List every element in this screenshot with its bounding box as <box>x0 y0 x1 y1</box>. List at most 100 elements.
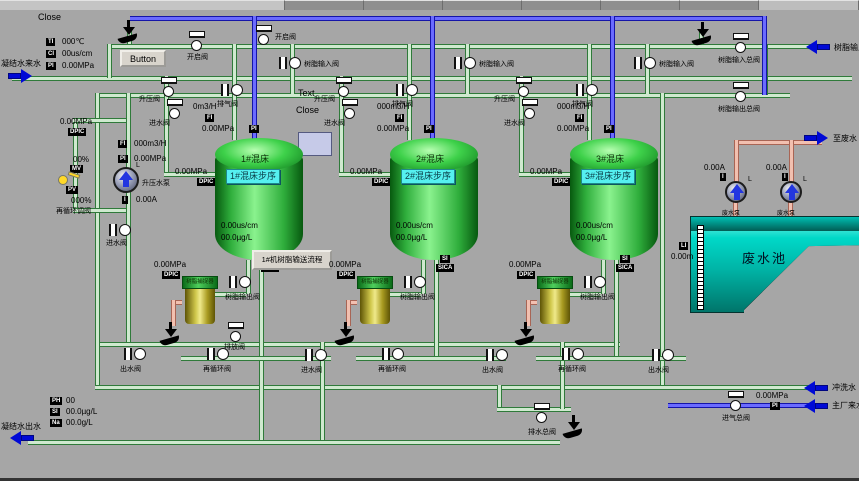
tank1-resin-in-valve-icon[interactable] <box>279 57 302 69</box>
tank2-sica-tag: SICA <box>436 264 454 272</box>
waste-pump1-label: 废水泵 <box>722 208 740 217</box>
waste-pump2-amp-tag: I <box>782 173 788 181</box>
tank2-name: 2#混床 <box>416 152 444 165</box>
condensate-in-arrow-icon <box>8 69 32 83</box>
button[interactable]: Button <box>120 50 166 67</box>
tank3-inlet-valve-label: 进水阀 <box>504 118 525 128</box>
open-valve-icon[interactable] <box>189 31 205 52</box>
resin-blue-header-pipe <box>130 16 764 21</box>
tank3-dp-value: 0.00MPa <box>530 167 562 176</box>
drain-funnel-icon <box>515 322 537 346</box>
tank3-inlet-valve-icon[interactable] <box>522 99 538 120</box>
toolbar-segment[interactable] <box>759 0 859 10</box>
tank2-resin-out-valve-icon[interactable] <box>404 276 427 288</box>
air-main-valve-label: 进气总阀 <box>722 413 750 423</box>
tank2-boost-valve-icon[interactable] <box>336 77 352 98</box>
resin-out-main-valve-label: 树脂输出总阀 <box>718 104 760 114</box>
tank1-blowdown-valve-icon[interactable] <box>228 322 244 343</box>
tank1-boost-valve-icon[interactable] <box>161 77 177 98</box>
tank3-sica-tag: SICA <box>616 264 634 272</box>
tank3-resin-in-valve-icon[interactable] <box>634 57 657 69</box>
tank3-flow-tag: FI <box>575 114 584 122</box>
tank1-inlet-valve-icon[interactable] <box>167 99 183 120</box>
tank2-recirc-valve-icon[interactable] <box>382 348 405 360</box>
tank1-recirc-valve-icon[interactable] <box>207 348 230 360</box>
toolbar-segment[interactable] <box>443 0 522 10</box>
open-valve-label: 开启阀 <box>275 32 296 42</box>
tank2-inlet-valve-icon[interactable] <box>342 99 358 120</box>
toolbar-segment[interactable] <box>364 0 443 10</box>
blue-pipe <box>762 16 767 95</box>
tank2-outlet-valve-icon[interactable] <box>486 349 509 361</box>
tank1-step-button[interactable]: 1#混床步序 <box>226 169 280 184</box>
pool-level-tag: LI <box>679 242 688 250</box>
toolbar-segment[interactable] <box>680 0 759 10</box>
flush-water-label: 冲洗水 <box>832 382 856 393</box>
pump-l-mark: L <box>136 162 140 169</box>
toolbar-segment[interactable] <box>601 0 680 10</box>
toolbar-segment[interactable] <box>0 0 285 10</box>
drain-main-valve-icon[interactable] <box>534 403 550 424</box>
main-plant-pres-tag: PI <box>770 402 780 410</box>
tank3-outlet-pipe <box>614 258 619 358</box>
display-box <box>298 132 332 156</box>
tank3-boost-valve-label: 升压阀 <box>494 94 515 104</box>
tank2-vent-valve-icon[interactable] <box>396 84 419 96</box>
waste-pump1-amp-tag: I <box>720 173 726 181</box>
tank3-resin-out-valve-icon[interactable] <box>584 276 607 288</box>
tank1-recirc-valve-label: 再循环阀 <box>203 364 231 374</box>
tank2-step-button[interactable]: 2#混床步序 <box>401 169 455 184</box>
main-plant-arrow-icon <box>804 399 828 413</box>
tank1-outlet-valve-icon[interactable] <box>124 348 147 360</box>
resin-in-label: 树脂输入 <box>834 42 859 53</box>
tank1-outlet-valve-label: 出水阀 <box>120 364 141 374</box>
tank1-vent-valve-label: 排气阀 <box>217 99 238 109</box>
trap3-dp-value: 0.00MPa <box>509 260 541 269</box>
toolbar-segment[interactable] <box>522 0 601 10</box>
pres-value: 0.00MPa <box>62 61 94 70</box>
si-tag: SI <box>50 408 60 416</box>
tank2-resin-out-valve-label: 树脂输出阀 <box>400 292 435 302</box>
tank3-vent-valve-icon[interactable] <box>576 84 599 96</box>
tank3-step-button[interactable]: 3#混床步序 <box>581 169 635 184</box>
pump-inlet-valve-icon[interactable] <box>109 224 132 236</box>
flow-value: 000m3/H <box>134 139 166 148</box>
control-valve-icon[interactable] <box>58 172 82 186</box>
tank2-flow-tag: FI <box>395 114 404 122</box>
booster-pump-icon[interactable] <box>113 167 139 193</box>
tank3-resin-pipe <box>645 44 650 94</box>
tank1-vent-valve-icon[interactable] <box>221 84 244 96</box>
tank2-bottom-pipe <box>356 356 506 361</box>
drain-main-valve-label: 排水总阀 <box>528 427 556 437</box>
tank2-recirc-valve-label: 再循环阀 <box>378 364 406 374</box>
temp-tag: TI <box>46 38 55 46</box>
tank2-silica-value: 00.0µg/L <box>396 233 427 242</box>
flush-water-arrow-icon <box>804 381 828 395</box>
resin-transfer-button[interactable]: 1#机树脂输送流程 <box>252 250 332 270</box>
waste-pump2-label: 废水泵 <box>777 208 795 217</box>
tank3-boost-valve-icon[interactable] <box>516 77 532 98</box>
trap3-dp-tag: DPIC <box>517 271 535 279</box>
tank3-recirc-valve-icon[interactable] <box>562 348 585 360</box>
tank1-row-inlet-valve-icon[interactable] <box>305 349 328 361</box>
pool-level-ruler-icon <box>697 225 704 310</box>
open-valve-icon[interactable] <box>256 25 272 46</box>
tank2-resin-in-valve-icon[interactable] <box>454 57 477 69</box>
waste-pump2-amp: 0.00A <box>766 163 787 172</box>
waste-pump2-icon[interactable] <box>780 181 802 203</box>
waste-pump1-icon[interactable] <box>725 181 747 203</box>
tank1-flow-value: 0m3/H <box>193 102 217 111</box>
tank2-dp-value: 0.00MPa <box>350 167 382 176</box>
resin-in-main-valve-icon[interactable] <box>733 33 749 54</box>
trap1-dp-value: 0.00MPa <box>154 260 186 269</box>
waste-pump2-pipe <box>789 140 794 182</box>
toolbar-segment[interactable] <box>285 0 364 10</box>
to-waste-label: 至废水 <box>833 133 857 144</box>
resin-out-main-valve-icon[interactable] <box>733 82 749 103</box>
tank1-resin-out-valve-icon[interactable] <box>229 276 252 288</box>
close-label: Close <box>296 105 319 115</box>
tank3-outlet-valve-icon[interactable] <box>652 349 675 361</box>
pipe <box>497 385 502 409</box>
tank1-flow-tag: FI <box>205 114 214 122</box>
air-main-valve-icon[interactable] <box>728 391 744 412</box>
